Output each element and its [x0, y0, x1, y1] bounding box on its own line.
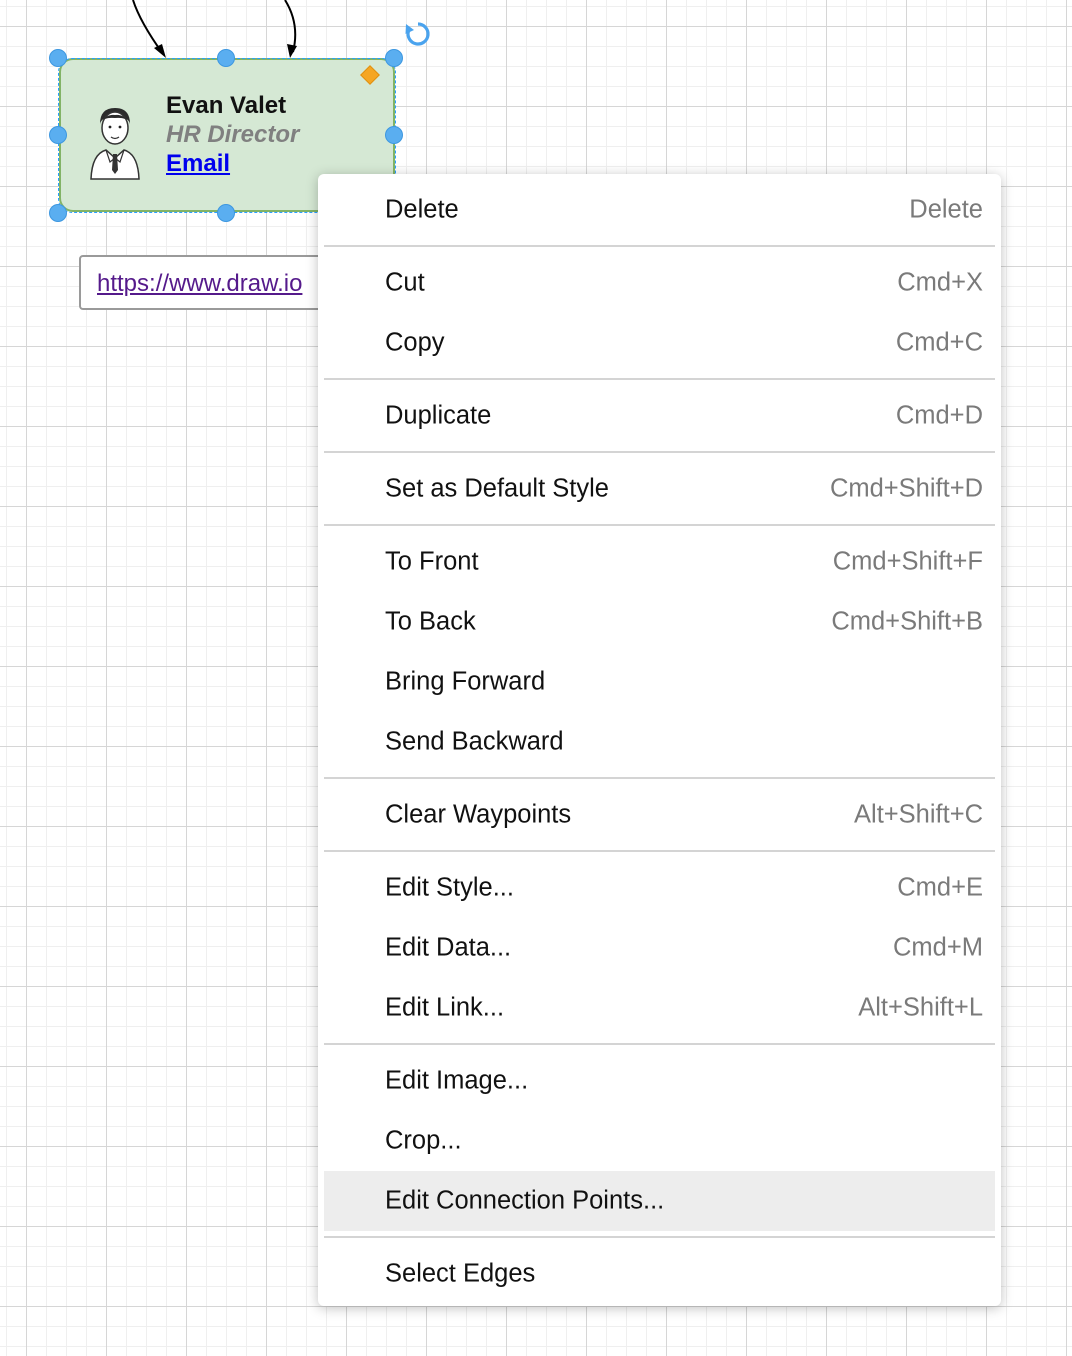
- menu-item-set-as-default-style[interactable]: Set as Default Style Cmd+Shift+D: [324, 459, 995, 519]
- menu-item-label: To Back: [385, 607, 476, 636]
- rotate-icon[interactable]: [404, 20, 432, 48]
- menu-item-select-edges[interactable]: Select Edges: [324, 1244, 995, 1304]
- menu-item-label: To Front: [385, 547, 479, 576]
- menu-item-edit-connection-points[interactable]: Edit Connection Points...: [324, 1171, 995, 1231]
- context-menu: Delete Delete Cut Cmd+X Copy Cmd+C Duplicate Cm…: [318, 174, 1001, 1306]
- resize-handle-sw[interactable]: [49, 204, 67, 222]
- employee-name: Evan Valet: [166, 92, 287, 119]
- menu-separator: [324, 1043, 995, 1045]
- menu-item-label: Send Backward: [385, 727, 564, 756]
- menu-item-label: Clear Waypoints: [385, 800, 572, 829]
- menu-item-edit-data[interactable]: Edit Data... Cmd+M: [324, 918, 995, 978]
- menu-item-edit-style[interactable]: Edit Style... Cmd+E: [324, 858, 995, 918]
- tooltip-url-link[interactable]: https://www.draw.io: [97, 270, 302, 298]
- menu-item-shortcut: Cmd+Shift+B: [831, 607, 983, 636]
- menu-separator: [324, 451, 995, 453]
- menu-separator: [324, 378, 995, 380]
- menu-item-clear-waypoints[interactable]: Clear Waypoints Alt+Shift+C: [324, 785, 995, 845]
- menu-item-label: Set as Default Style: [385, 474, 609, 503]
- menu-item-label: Cut: [385, 268, 425, 297]
- menu-item-shortcut: Cmd+X: [897, 268, 983, 297]
- menu-item-duplicate[interactable]: Duplicate Cmd+D: [324, 386, 995, 446]
- menu-item-shortcut: Alt+Shift+L: [858, 993, 983, 1022]
- menu-separator: [324, 1236, 995, 1238]
- menu-item-label: Delete: [385, 195, 459, 224]
- menu-item-shortcut: Cmd+C: [895, 328, 983, 357]
- menu-item-delete[interactable]: Delete Delete: [324, 180, 995, 240]
- menu-item-label: Edit Data...: [385, 933, 512, 962]
- menu-item-to-back[interactable]: To Back Cmd+Shift+B: [324, 592, 995, 652]
- menu-item-label: Bring Forward: [385, 667, 546, 696]
- menu-item-label: Crop...: [385, 1126, 462, 1155]
- menu-item-shortcut: Cmd+M: [893, 933, 983, 962]
- menu-item-bring-forward[interactable]: Bring Forward: [324, 652, 995, 712]
- menu-item-label: Edit Image...: [385, 1066, 529, 1095]
- menu-item-shortcut: Alt+Shift+C: [854, 800, 983, 829]
- menu-item-to-front[interactable]: To Front Cmd+Shift+F: [324, 532, 995, 592]
- resize-handle-n[interactable]: [217, 49, 235, 67]
- menu-item-edit-image[interactable]: Edit Image...: [324, 1051, 995, 1111]
- menu-item-edit-link[interactable]: Edit Link... Alt+Shift+L: [324, 978, 995, 1038]
- menu-item-copy[interactable]: Copy Cmd+C: [324, 313, 995, 373]
- employee-title: HR Director: [166, 121, 300, 148]
- menu-separator: [324, 245, 995, 247]
- person-avatar-icon: [90, 108, 140, 180]
- menu-item-shortcut: Delete: [909, 195, 983, 224]
- menu-item-shortcut: Cmd+Shift+F: [832, 547, 983, 576]
- email-link[interactable]: Email: [166, 150, 230, 178]
- resize-handle-e[interactable]: [385, 126, 403, 144]
- menu-item-label: Copy: [385, 328, 445, 357]
- menu-item-shortcut: Cmd+D: [895, 401, 983, 430]
- menu-item-label: Edit Connection Points...: [385, 1186, 665, 1215]
- menu-separator: [324, 524, 995, 526]
- resize-handle-w[interactable]: [49, 126, 67, 144]
- menu-item-crop[interactable]: Crop...: [324, 1111, 995, 1171]
- diagram-canvas[interactable]: Evan Valet HR Director Email https://www…: [0, 0, 1072, 1356]
- menu-item-label: Edit Style...: [385, 873, 514, 902]
- menu-item-label: Select Edges: [385, 1259, 536, 1288]
- menu-item-shortcut: Cmd+E: [897, 873, 983, 902]
- menu-separator: [324, 777, 995, 779]
- menu-item-label: Duplicate: [385, 401, 492, 430]
- menu-item-shortcut: Cmd+Shift+D: [829, 474, 983, 503]
- resize-handle-ne[interactable]: [385, 49, 403, 67]
- resize-handle-nw[interactable]: [49, 49, 67, 67]
- menu-separator: [324, 850, 995, 852]
- menu-item-label: Edit Link...: [385, 993, 505, 1022]
- menu-item-cut[interactable]: Cut Cmd+X: [324, 253, 995, 313]
- resize-handle-s[interactable]: [217, 204, 235, 222]
- menu-item-send-backward[interactable]: Send Backward: [324, 712, 995, 772]
